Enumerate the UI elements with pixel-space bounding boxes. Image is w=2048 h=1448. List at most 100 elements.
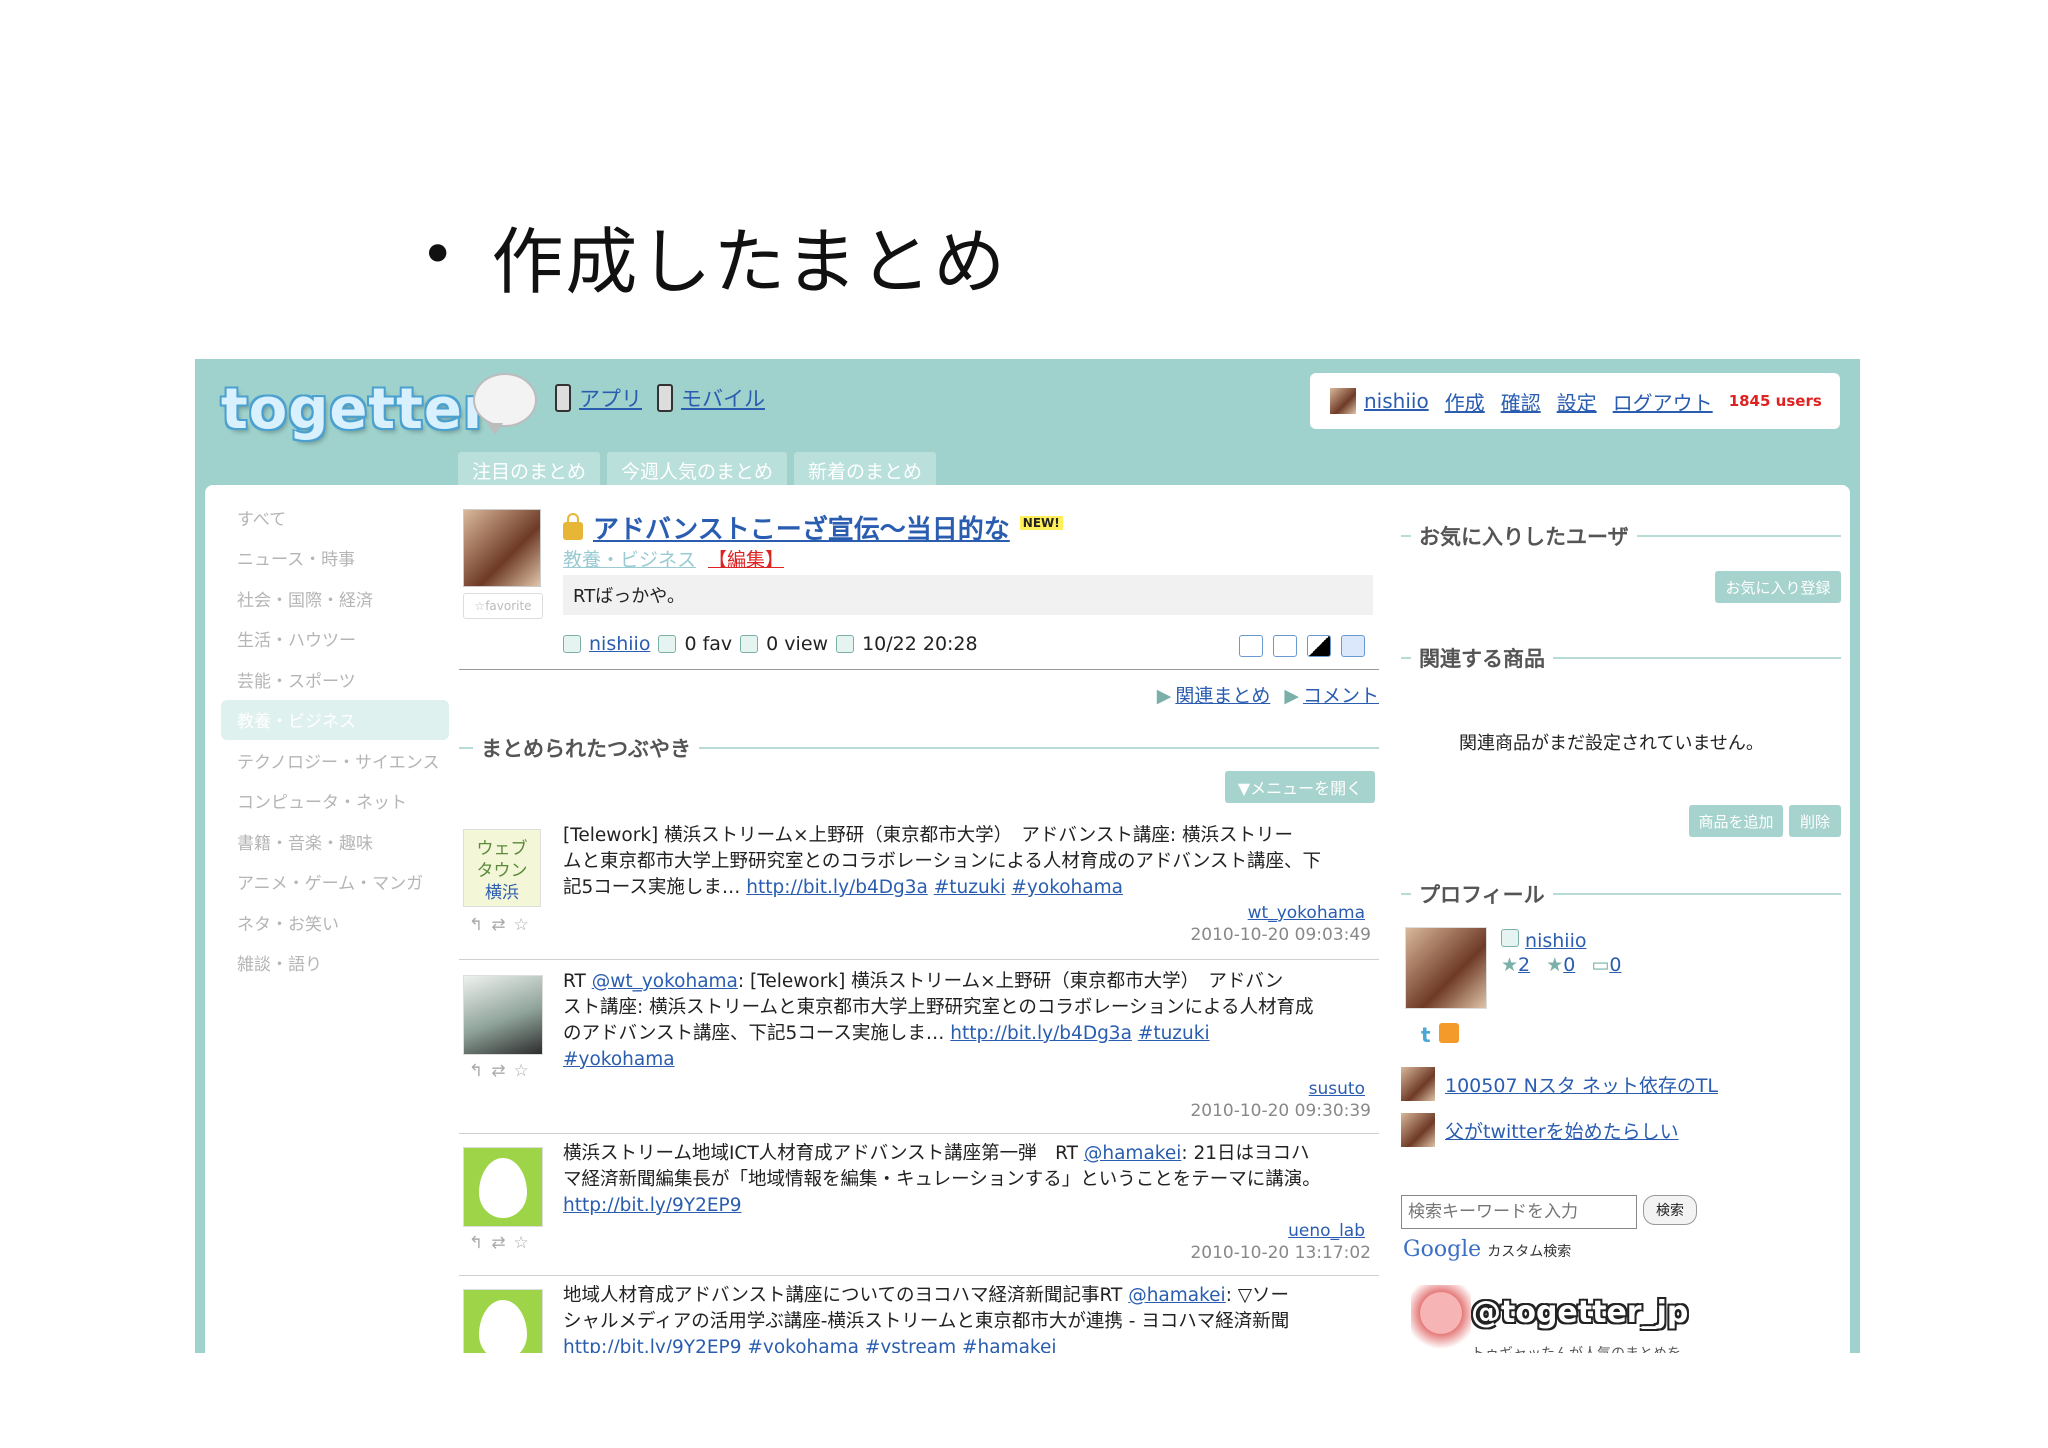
view-count: 0 view (766, 633, 829, 655)
tweet-avatar[interactable] (463, 1289, 543, 1353)
sidebar-item-news[interactable]: ニュース・時事 (221, 538, 449, 579)
hatena-bookmark-icon[interactable] (1341, 635, 1365, 657)
profile-username-link[interactable]: nishiio (1525, 930, 1586, 952)
tweet-line: 地域人材育成アドバンスト講座についてのヨコハマ経済新聞記事RT (563, 1285, 1129, 1306)
mobile-nav: モバイル (657, 383, 765, 413)
user-avatar[interactable] (1330, 388, 1356, 414)
retweet-icon[interactable]: ⇄ (491, 1233, 505, 1253)
favorite-star-icon[interactable]: ☆ (514, 915, 529, 935)
fav-register-button[interactable]: お気に入り登録 (1715, 571, 1841, 603)
mention-link[interactable]: @hamakei (1084, 1143, 1182, 1164)
profile-stat-link[interactable]: 2 (1518, 954, 1530, 976)
tweet-item: ウェブ タウン 横浜 ↰ ⇄ ☆ [Telework] 横浜ストリーム×上野研（… (459, 823, 1379, 967)
sidebar-item-anime[interactable]: アニメ・ゲーム・マンガ (221, 862, 449, 903)
hashtag-link[interactable]: #tuzuki (934, 877, 1006, 898)
default-egg-avatar (479, 1158, 527, 1218)
mention-link[interactable]: @hamakei (1128, 1285, 1226, 1306)
profile-stat-link[interactable]: 0 (1609, 954, 1621, 976)
tweet-link[interactable]: http://bit.ly/9Y2EP9 (563, 1337, 741, 1353)
hashtag-link[interactable]: #yokohama (747, 1337, 859, 1353)
users-count-badge[interactable]: 1845 users (1729, 392, 1822, 410)
hashtag-link[interactable]: #tuzuki (1138, 1023, 1210, 1044)
search-input[interactable] (1401, 1195, 1637, 1229)
author-link[interactable]: nishiio (589, 633, 650, 655)
twitter-icon[interactable]: t (1421, 1023, 1431, 1047)
delicious-share-icon[interactable] (1307, 635, 1331, 657)
heading-rule (699, 747, 1379, 749)
tab-newest[interactable]: 新着のまとめ (793, 451, 938, 488)
tweet-item: ↰ ⇄ ☆ RT @wt_yokohama: [Telework] 横浜ストリー… (459, 969, 1379, 1139)
related-avatar[interactable] (1401, 1067, 1435, 1101)
edit-link[interactable]: 【編集】 (708, 545, 784, 572)
sidebar-item-all[interactable]: すべて (221, 497, 449, 538)
edit-share-icon[interactable] (1273, 635, 1297, 657)
profile-heading: プロフィール (1401, 879, 1841, 909)
mobile-link[interactable]: モバイル (681, 383, 765, 413)
author-avatar[interactable] (463, 509, 541, 587)
logout-link[interactable]: ログアウト (1613, 387, 1713, 416)
hashtag-link[interactable]: #ystream (865, 1337, 956, 1353)
sidebar-item-business[interactable]: 教養・ビジネス (221, 699, 449, 740)
togetter-logo[interactable]: togetter (221, 377, 491, 442)
tab-weekly-popular[interactable]: 今週人気のまとめ (606, 451, 789, 488)
category-link[interactable]: 教養・ビジネス (563, 545, 696, 572)
related-item: 100507 Nスタ ネット依存のTL (1401, 1067, 1718, 1101)
profile-stat-link[interactable]: 0 (1563, 954, 1575, 976)
related-summary-link[interactable]: 父がtwitterを始めたらしい (1445, 1117, 1679, 1144)
sidebar-item-entertainment[interactable]: 芸能・スポーツ (221, 659, 449, 700)
tweet-timestamp: 2010-10-20 09:30:39 (1190, 1101, 1371, 1121)
related-avatar[interactable] (1401, 1113, 1435, 1147)
sidebar-item-computer[interactable]: コンピュータ・ネット (221, 781, 449, 822)
settings-link[interactable]: 設定 (1557, 387, 1597, 416)
related-summary-link[interactable]: 関連まとめ (1175, 685, 1270, 707)
user-link[interactable]: nishiio (1364, 389, 1429, 413)
twitter-share-icon[interactable] (1239, 635, 1263, 657)
reply-icon[interactable]: ↰ (469, 1061, 483, 1081)
mention-link[interactable]: @wt_yokohama (592, 971, 738, 992)
related-summary-link[interactable]: 100507 Nスタ ネット依存のTL (1445, 1071, 1718, 1098)
open-menu-button[interactable]: ▼メニューを開く (1225, 771, 1375, 803)
tweet-avatar[interactable] (463, 1147, 543, 1227)
tweet-line: [Telework] 横浜ストリーム×上野研（東京都市大学） アドバンスト講座:… (563, 825, 1294, 846)
confirm-link[interactable]: 確認 (1501, 387, 1541, 416)
tweet-user-link[interactable]: susuto (1309, 1079, 1365, 1099)
sidebar-item-chat[interactable]: 雑談・語り (221, 943, 449, 984)
hashtag-link[interactable]: #yokohama (563, 1049, 675, 1070)
tab-featured[interactable]: 注目のまとめ (457, 451, 602, 488)
tweet-link[interactable]: http://bit.ly/9Y2EP9 (563, 1195, 741, 1216)
share-icons (1239, 635, 1365, 657)
comment-link[interactable]: コメント (1303, 685, 1379, 707)
tweet-avatar[interactable]: ウェブ タウン 横浜 (463, 829, 541, 907)
reply-icon[interactable]: ↰ (469, 1233, 483, 1253)
summary-meta: nishiio 0 fav 0 view 10/22 20:28 (563, 633, 978, 655)
sidebar-item-life[interactable]: 生活・ハウツー (221, 619, 449, 660)
app-link[interactable]: アプリ (579, 383, 642, 413)
hashtag-link[interactable]: #hamakei (962, 1337, 1057, 1353)
rss-icon[interactable] (1438, 1023, 1459, 1043)
retweet-icon[interactable]: ⇄ (491, 915, 505, 935)
sidebar-item-technology[interactable]: テクノロジー・サイエンス (221, 740, 449, 781)
add-product-button[interactable]: 商品を追加 (1689, 805, 1783, 837)
create-link[interactable]: 作成 (1445, 387, 1485, 416)
profile-avatar[interactable] (1405, 927, 1487, 1009)
hashtag-link[interactable]: #yokohama (1011, 877, 1123, 898)
tweet-avatar[interactable] (463, 975, 543, 1055)
tweet-user-link[interactable]: wt_yokohama (1248, 903, 1365, 923)
summary-title[interactable]: アドバンストこーざ宣伝〜当日的な (593, 509, 1010, 546)
favorite-star-icon[interactable]: ☆ (514, 1061, 529, 1081)
tweet-link[interactable]: http://bit.ly/b4Dg3a (950, 1023, 1132, 1044)
tweet-user-link[interactable]: ueno_lab (1288, 1221, 1365, 1241)
tweet-link[interactable]: http://bit.ly/b4Dg3a (746, 877, 928, 898)
sidebar-item-society[interactable]: 社会・国際・経済 (221, 578, 449, 619)
search-button[interactable]: 検索 (1643, 1195, 1697, 1225)
favorite-star-icon[interactable]: ☆ (514, 1233, 529, 1253)
favorite-button[interactable]: ☆ favorite (463, 593, 543, 619)
sidebar-item-books[interactable]: 書籍・音楽・趣味 (221, 821, 449, 862)
retweet-icon[interactable]: ⇄ (491, 1061, 505, 1081)
sidebar-item-humor[interactable]: ネタ・お笑い (221, 902, 449, 943)
reply-icon[interactable]: ↰ (469, 915, 483, 935)
tweet-divider (459, 959, 1379, 960)
tweet-text: 横浜ストリーム地域ICT人材育成アドバンスト講座第一弾 RT @hamakei:… (563, 1141, 1369, 1219)
delete-button[interactable]: 削除 (1789, 805, 1841, 837)
togetter-jp-banner[interactable]: @togetter_jp トゥギャッたんが人気のまとめを (1411, 1285, 1711, 1353)
